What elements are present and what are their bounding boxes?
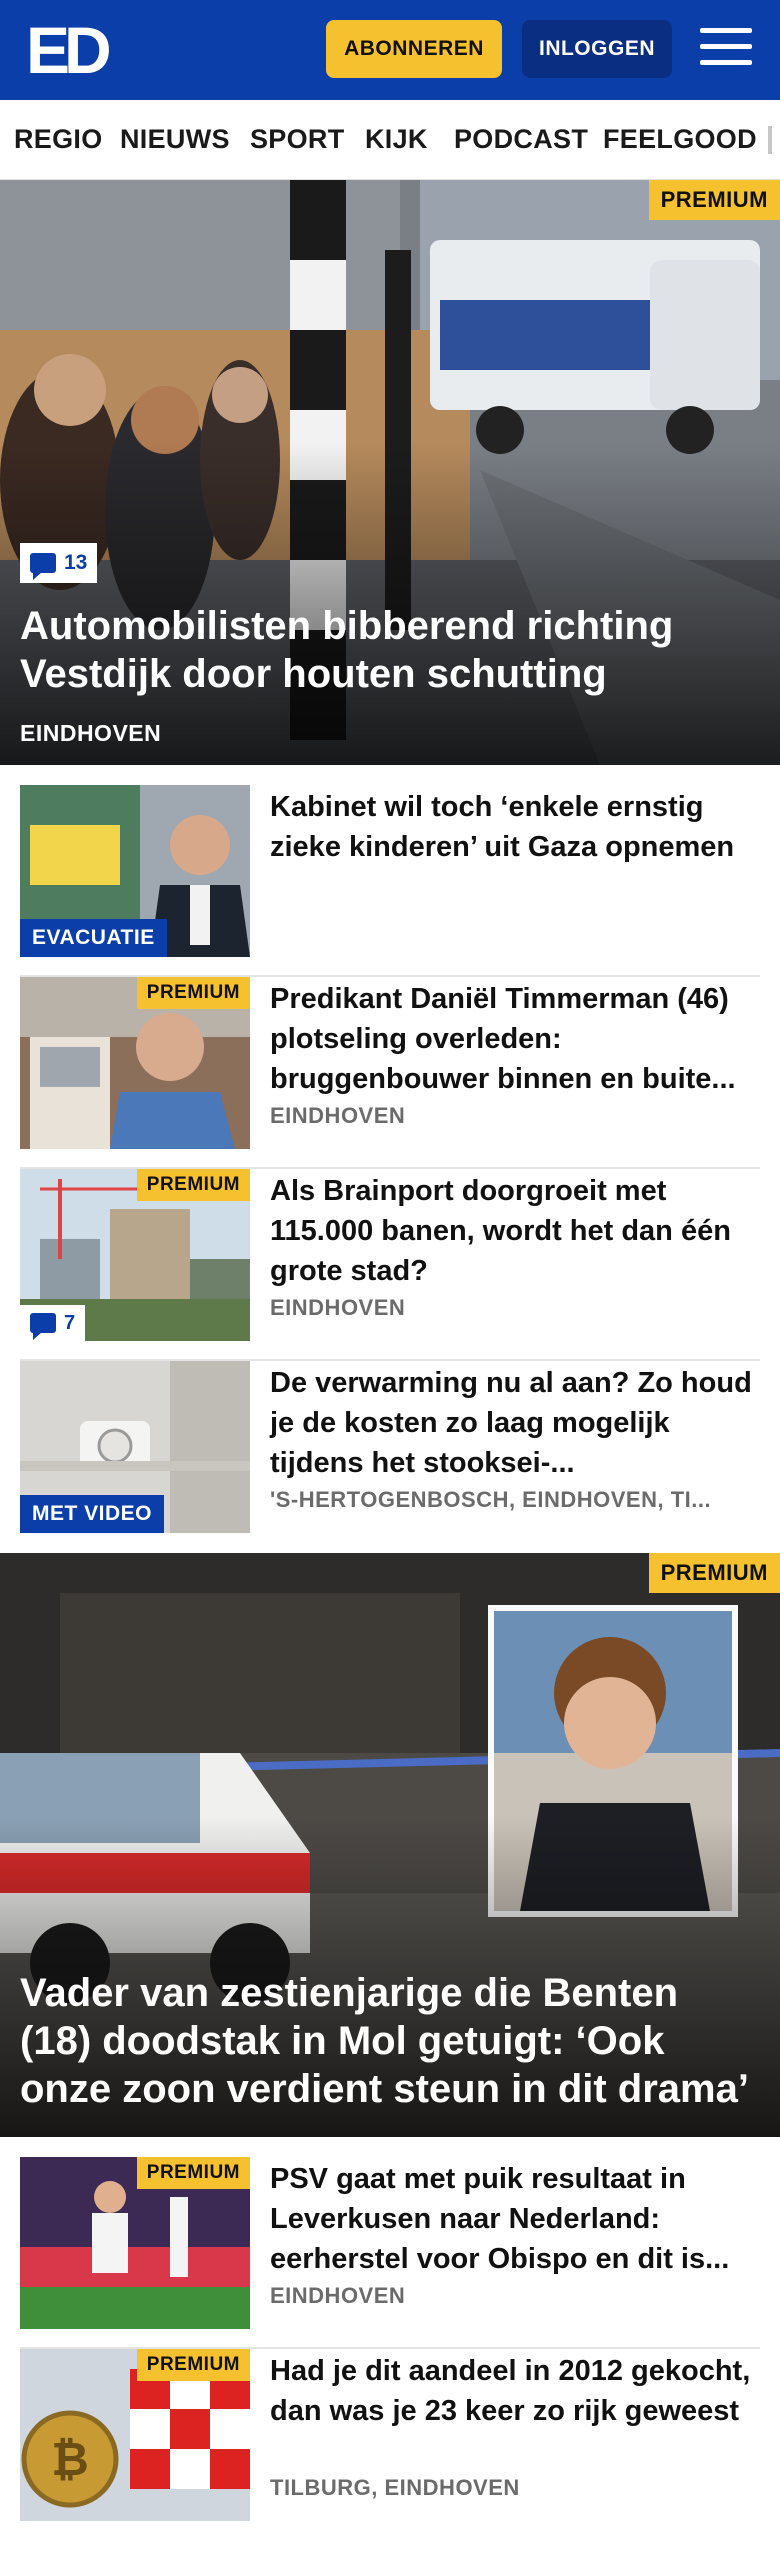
nav-item-podcast[interactable]: PODCAST bbox=[454, 124, 588, 155]
nav-item-sport[interactable]: SPORT bbox=[250, 124, 345, 155]
article-location: EINDHOVEN bbox=[270, 2283, 406, 2308]
article-location: EINDHOVEN bbox=[270, 1103, 406, 1128]
article-row[interactable]: PREMIUM Predikant Daniël Timmerman (46) … bbox=[20, 977, 760, 1169]
article-thumbnail: PREMIUM bbox=[20, 977, 250, 1149]
article-title[interactable]: Had je dit aandeel in 2012 gekocht, dan … bbox=[270, 2351, 760, 2431]
comment-count: 7 bbox=[64, 1311, 76, 1334]
nav-item-feelgood[interactable]: FEELGOOD bbox=[603, 124, 757, 155]
nav-item-nieuws[interactable]: NIEUWS bbox=[120, 124, 230, 155]
article-location: TILBURG, EINDHOVEN bbox=[270, 2475, 520, 2500]
article-title[interactable]: PSV gaat met puik resultaat in Leverkuse… bbox=[270, 2159, 760, 2279]
article-title[interactable]: Kabinet wil toch ‘enkele ernstig zieke k… bbox=[270, 787, 760, 867]
premium-badge: PREMIUM bbox=[648, 180, 780, 220]
comment-icon bbox=[30, 1313, 56, 1340]
premium-badge: PREMIUM bbox=[136, 2157, 250, 2189]
video-label: MET VIDEO bbox=[20, 1495, 165, 1533]
nav-overflow-indicator bbox=[768, 126, 772, 154]
article-location: EINDHOVEN bbox=[270, 1295, 406, 1320]
article-title[interactable]: De verwarming nu al aan? Zo houd je de k… bbox=[270, 1363, 760, 1483]
comment-count-badge[interactable]: 7 bbox=[20, 1305, 86, 1341]
premium-badge: PREMIUM bbox=[136, 977, 250, 1009]
hero-title[interactable]: Vader van zestienjarige die Benten (18) … bbox=[20, 1969, 760, 2113]
site-header: ED ABONNEREN INLOGGEN bbox=[0, 0, 780, 100]
comment-count: 13 bbox=[64, 551, 88, 574]
site-logo[interactable]: ED bbox=[26, 17, 116, 83]
section-nav: REGIO NIEUWS SPORT KIJK PODCAST FEELGOOD bbox=[0, 100, 780, 180]
nav-item-regio[interactable]: REGIO bbox=[14, 124, 103, 155]
article-thumbnail: PREMIUM bbox=[20, 2157, 250, 2329]
comment-icon bbox=[30, 553, 56, 580]
hero-article-2[interactable]: PREMIUM Vader van zestienjarige die Bent… bbox=[0, 1553, 780, 2137]
article-thumbnail: MET VIDEO bbox=[20, 1361, 250, 1533]
nav-item-kijk[interactable]: KIJK bbox=[365, 124, 428, 155]
premium-badge: PREMIUM bbox=[136, 1169, 250, 1201]
article-title[interactable]: Predikant Daniël Timmerman (46) plotseli… bbox=[270, 979, 760, 1099]
hero-title[interactable]: Automobilisten bibberend richting Vestdi… bbox=[20, 602, 760, 698]
article-thumbnail: ₿ PREMIUM bbox=[20, 2349, 250, 2521]
article-title[interactable]: Als Brainport doorgroeit met 115.000 ban… bbox=[270, 1171, 760, 1291]
hero-location: EINDHOVEN bbox=[20, 720, 162, 746]
article-row[interactable]: PREMIUM 7 Als Brainport doorgroeit met 1… bbox=[20, 1169, 760, 1361]
premium-badge: PREMIUM bbox=[648, 1553, 780, 1593]
article-location: 'S-HERTOGENBOSCH, EINDHOVEN, TI... bbox=[270, 1487, 712, 1512]
article-row[interactable]: PREMIUM PSV gaat met puik resultaat in L… bbox=[20, 2157, 760, 2349]
hamburger-menu-icon[interactable] bbox=[700, 24, 752, 70]
article-row[interactable]: ₿ PREMIUM Had je dit aandeel in 2012 gek… bbox=[20, 2349, 760, 2541]
comment-count-badge[interactable]: 13 bbox=[20, 543, 98, 583]
subscribe-button[interactable]: ABONNEREN bbox=[326, 20, 502, 78]
premium-badge: PREMIUM bbox=[136, 2349, 250, 2381]
article-thumbnail: PREMIUM 7 bbox=[20, 1169, 250, 1341]
hero-article-1[interactable]: PREMIUM 13 Automobilisten bibberend rich… bbox=[0, 180, 780, 765]
article-row[interactable]: EVACUATIE Kabinet wil toch ‘enkele ernst… bbox=[20, 785, 760, 977]
svg-text:₿: ₿ bbox=[51, 2433, 89, 2485]
article-thumbnail: EVACUATIE bbox=[20, 785, 250, 957]
login-button[interactable]: INLOGGEN bbox=[522, 20, 672, 78]
article-row[interactable]: MET VIDEO De verwarming nu al aan? Zo ho… bbox=[20, 1361, 760, 1553]
category-label: EVACUATIE bbox=[20, 919, 167, 957]
